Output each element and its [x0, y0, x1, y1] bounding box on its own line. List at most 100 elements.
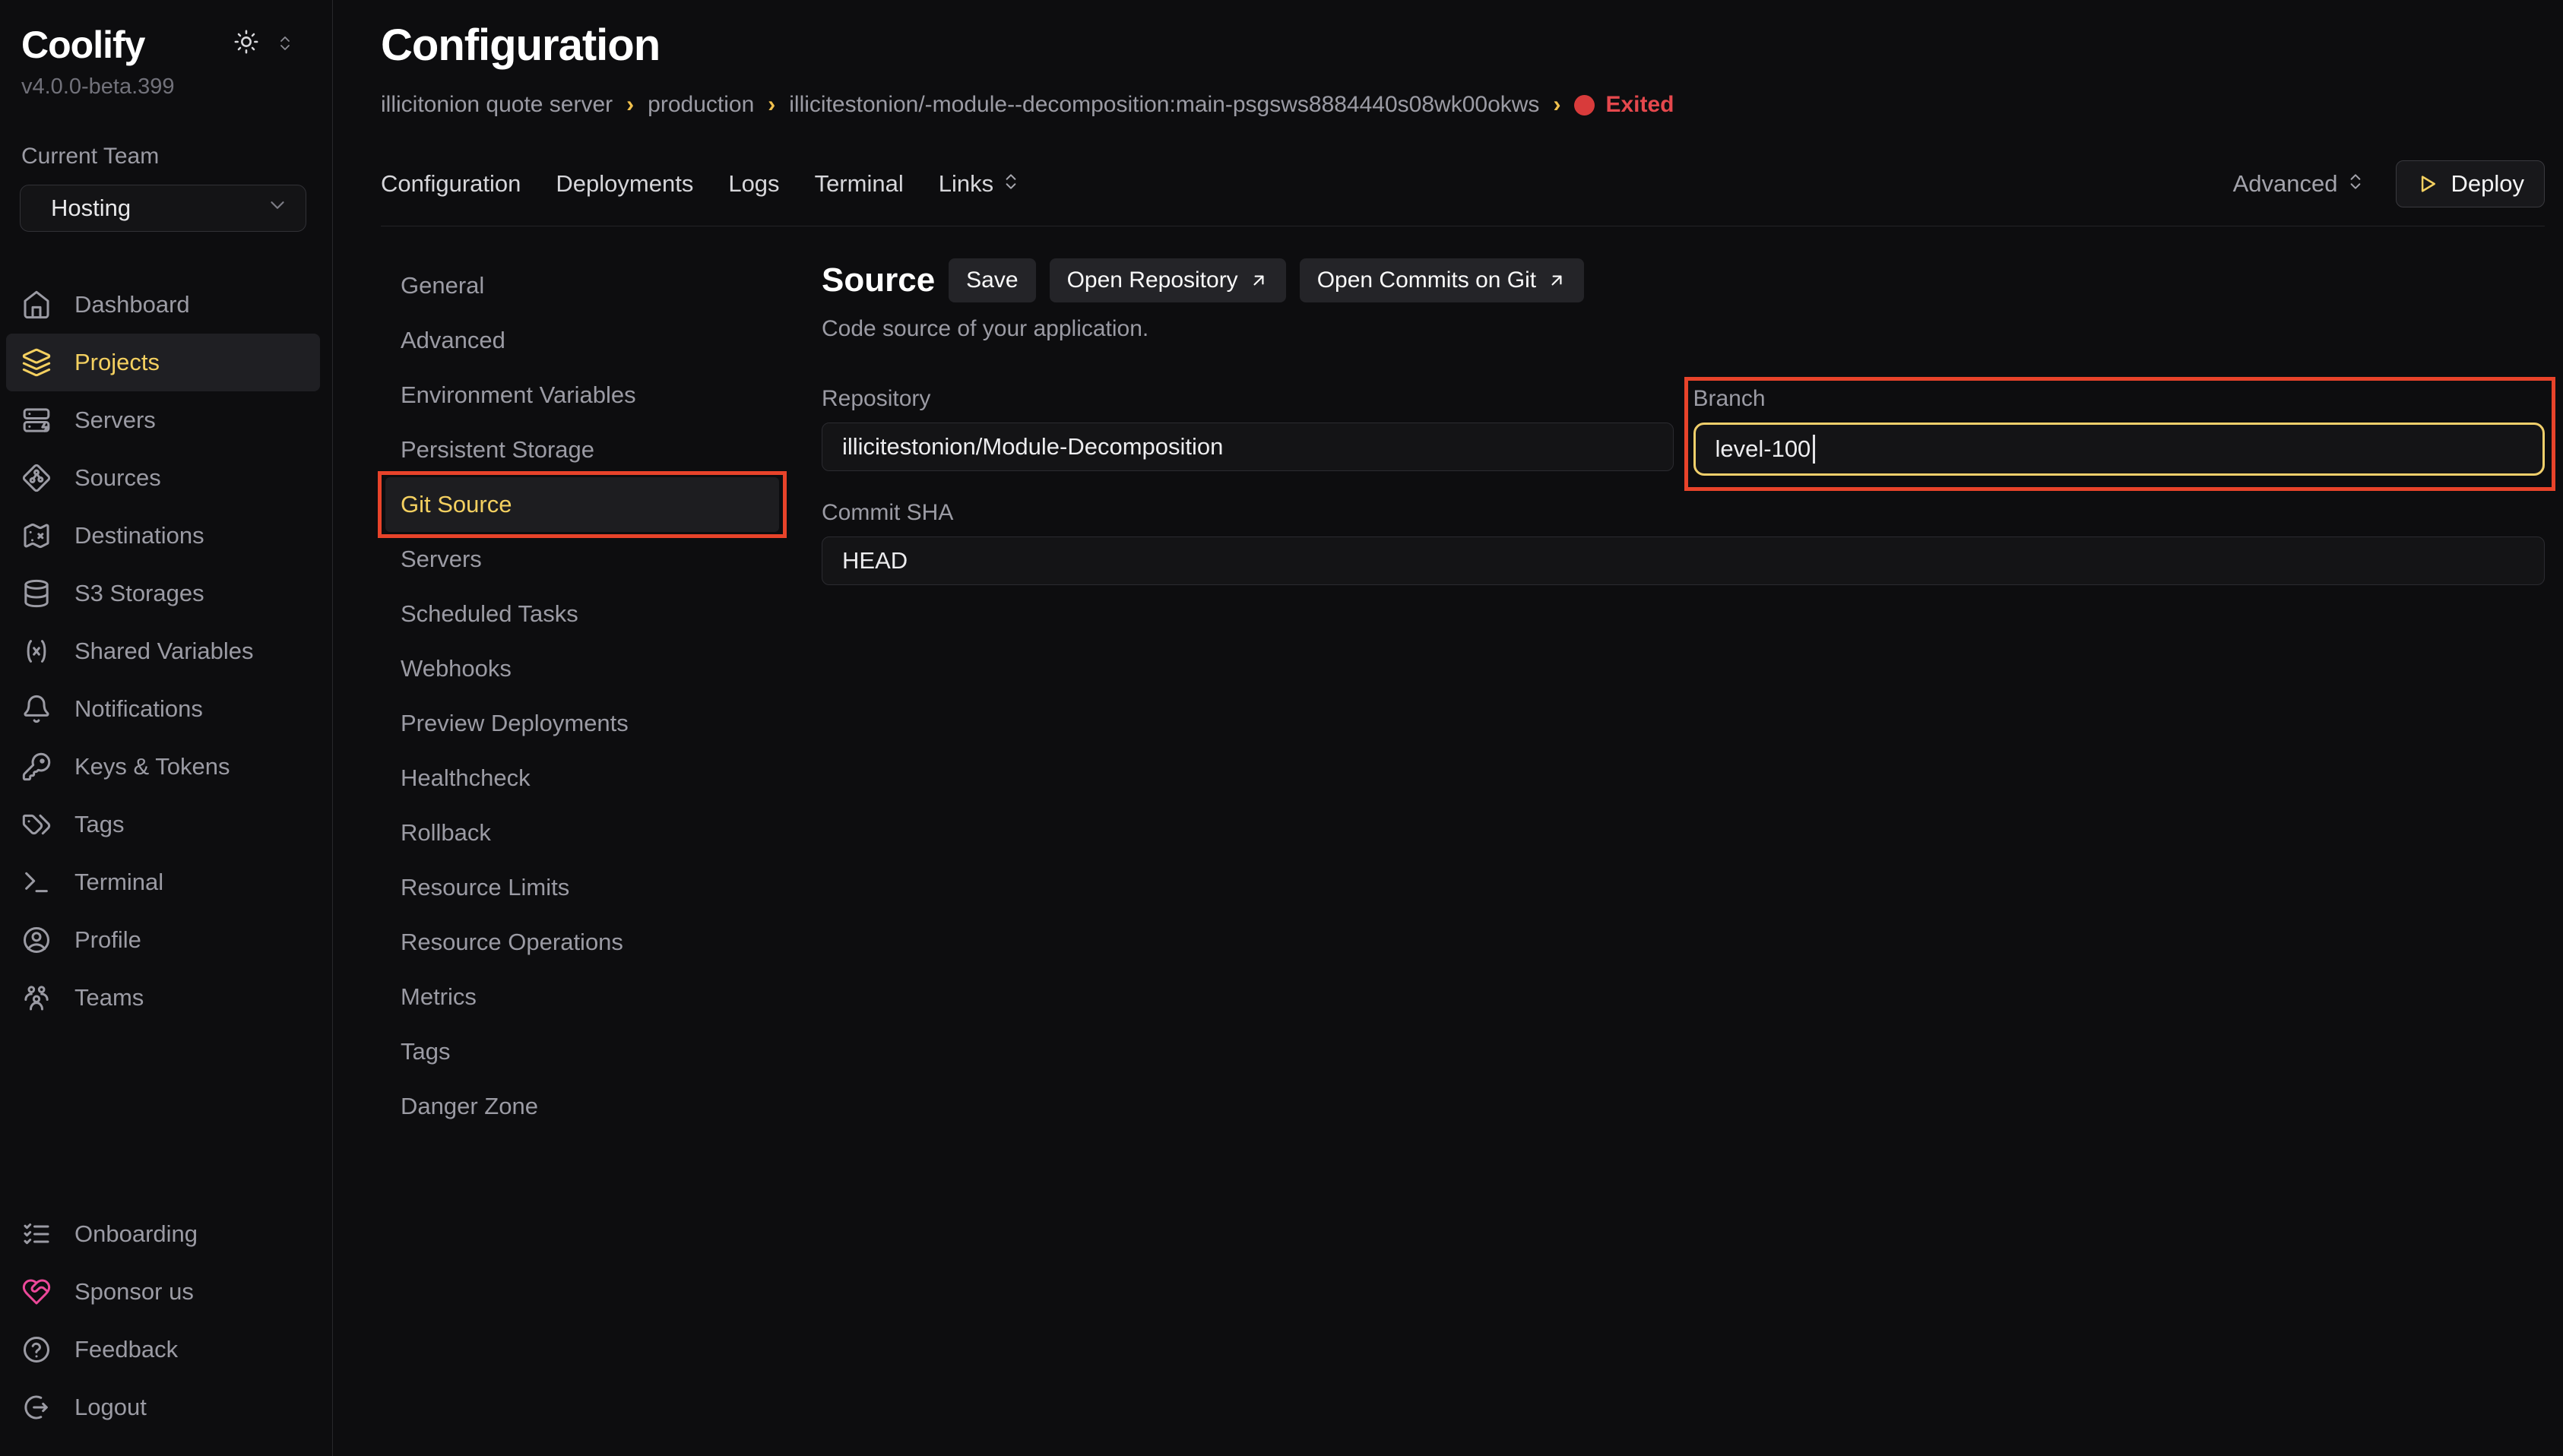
- breadcrumb-environment[interactable]: production: [648, 92, 754, 118]
- save-button[interactable]: Save: [949, 258, 1035, 302]
- subnav-item-preview-deployments[interactable]: Preview Deployments: [385, 696, 779, 751]
- commit-sha-field-group: Commit SHA: [822, 500, 2545, 585]
- commit-sha-label: Commit SHA: [822, 500, 2545, 526]
- sidebar-item-label: Sponsor us: [74, 1278, 194, 1306]
- subnav-item-servers[interactable]: Servers: [385, 532, 779, 587]
- database-icon: [21, 578, 52, 609]
- chevron-down-icon: [266, 194, 289, 223]
- sidebar-item-terminal[interactable]: Terminal: [6, 853, 320, 911]
- main-content: Configuration illicitonion quote server …: [333, 0, 2563, 1134]
- tab-bar: Configuration Deployments Logs Terminal Link…: [381, 160, 2545, 226]
- subnav-item-rollback[interactable]: Rollback: [385, 806, 779, 860]
- status-badge: Exited: [1574, 92, 1674, 118]
- sidebar-item-sources[interactable]: Sources: [6, 449, 320, 507]
- sidebar-item-label: Dashboard: [74, 291, 190, 318]
- sidebar-item-feedback[interactable]: Feedback: [6, 1321, 320, 1378]
- open-commits-button[interactable]: Open Commits on Git: [1300, 258, 1584, 302]
- open-repository-button[interactable]: Open Repository: [1050, 258, 1286, 302]
- subnav-item-label: Servers: [401, 546, 482, 573]
- sidebar-item-profile[interactable]: Profile: [6, 911, 320, 969]
- subnav-item-metrics[interactable]: Metrics: [385, 970, 779, 1024]
- breadcrumb-separator: ›: [1553, 92, 1560, 118]
- help-circle-icon: [21, 1334, 52, 1365]
- sidebar-item-label: Onboarding: [74, 1220, 198, 1248]
- tags-icon: [21, 809, 52, 840]
- sidebar-item-destinations[interactable]: Destinations: [6, 507, 320, 565]
- users-icon: [21, 983, 52, 1013]
- branch-value: level-100: [1716, 435, 1811, 463]
- subnav-item-environment-variables[interactable]: Environment Variables: [385, 368, 779, 423]
- sidebar: Coolify v4.0.0-beta.399 Current Team Hos…: [0, 0, 333, 1456]
- user-circle-icon: [21, 925, 52, 955]
- tab-configuration[interactable]: Configuration: [381, 170, 521, 198]
- sidebar-item-label: Projects: [74, 349, 160, 376]
- breadcrumb-resource[interactable]: illicitestonion/-module--decomposition:m…: [789, 92, 1539, 118]
- status-text: Exited: [1605, 92, 1674, 118]
- sidebar-item-label: Keys & Tokens: [74, 753, 230, 780]
- sidebar-item-tags[interactable]: Tags: [6, 796, 320, 853]
- config-subnav: GeneralAdvancedEnvironment VariablesPers…: [381, 258, 791, 1134]
- subnav-item-label: Danger Zone: [401, 1093, 538, 1120]
- sidebar-item-teams[interactable]: Teams: [6, 969, 320, 1027]
- team-select[interactable]: Hosting: [20, 185, 306, 232]
- subnav-item-resource-operations[interactable]: Resource Operations: [385, 915, 779, 970]
- map-icon: [21, 521, 52, 551]
- subnav-item-label: Metrics: [401, 983, 477, 1011]
- breadcrumb: illicitonion quote server › production ›…: [381, 92, 2545, 118]
- branch-label: Branch: [1693, 386, 2546, 412]
- sidebar-item-label: Servers: [74, 407, 156, 434]
- play-icon: [2416, 173, 2439, 195]
- heart-handshake-icon: [21, 1277, 52, 1307]
- subnav-item-label: Git Source: [401, 491, 512, 518]
- sidebar-item-shared-variables[interactable]: Shared Variables: [6, 622, 320, 680]
- subnav-item-label: Tags: [401, 1038, 450, 1065]
- subnav-item-danger-zone[interactable]: Danger Zone: [385, 1079, 779, 1134]
- tab-label: Terminal: [815, 170, 904, 198]
- subnav-item-general[interactable]: General: [385, 258, 779, 313]
- theme-chevrons-icon[interactable]: [276, 31, 294, 59]
- repository-input[interactable]: [822, 423, 1674, 471]
- sidebar-item-projects[interactable]: Projects: [6, 334, 320, 391]
- sidebar-item-s3-storages[interactable]: S3 Storages: [6, 565, 320, 622]
- breadcrumb-project[interactable]: illicitonion quote server: [381, 92, 613, 118]
- subnav-item-tags[interactable]: Tags: [385, 1024, 779, 1079]
- subnav-item-scheduled-tasks[interactable]: Scheduled Tasks: [385, 587, 779, 641]
- sidebar-item-keys-tokens[interactable]: Keys & Tokens: [6, 738, 320, 796]
- sidebar-item-notifications[interactable]: Notifications: [6, 680, 320, 738]
- layers-icon: [21, 347, 52, 378]
- tab-logs[interactable]: Logs: [728, 170, 779, 198]
- sidebar-item-sponsor-us[interactable]: Sponsor us: [6, 1263, 320, 1321]
- tab-links[interactable]: Links: [939, 170, 1021, 198]
- open-repository-label: Open Repository: [1067, 267, 1238, 293]
- sidebar-item-label: Profile: [74, 926, 141, 954]
- branch-input[interactable]: level-100: [1693, 423, 2546, 476]
- tab-terminal[interactable]: Terminal: [815, 170, 904, 198]
- source-heading: Source: [822, 261, 935, 299]
- deploy-button[interactable]: Deploy: [2396, 160, 2546, 207]
- breadcrumb-separator: ›: [626, 92, 634, 118]
- tab-label: Logs: [728, 170, 779, 198]
- sidebar-item-logout[interactable]: Logout: [6, 1378, 320, 1436]
- source-section: Source Save Open Repository Open Commits…: [791, 258, 2545, 1134]
- tabs: Configuration Deployments Logs Terminal Link…: [381, 170, 1021, 198]
- subnav-item-resource-limits[interactable]: Resource Limits: [385, 860, 779, 915]
- terminal-icon: [21, 867, 52, 897]
- theme-toggle-sun-icon[interactable]: [233, 29, 259, 61]
- tab-deployments[interactable]: Deployments: [556, 170, 693, 198]
- subnav-item-persistent-storage[interactable]: Persistent Storage: [385, 423, 779, 477]
- repository-label: Repository: [822, 386, 1674, 412]
- subnav-item-git-source[interactable]: Git Source: [385, 477, 779, 532]
- advanced-dropdown[interactable]: Advanced: [2233, 170, 2365, 198]
- sidebar-item-label: Feedback: [74, 1336, 178, 1363]
- branch-field-group: Branch level-100: [1693, 386, 2546, 476]
- sidebar-item-dashboard[interactable]: Dashboard: [6, 276, 320, 334]
- sidebar-item-label: Logout: [74, 1394, 147, 1421]
- commit-sha-input[interactable]: [822, 537, 2545, 585]
- subnav-item-label: Resource Operations: [401, 929, 623, 956]
- subnav-item-webhooks[interactable]: Webhooks: [385, 641, 779, 696]
- sidebar-item-servers[interactable]: Servers: [6, 391, 320, 449]
- sidebar-item-label: Destinations: [74, 522, 204, 549]
- subnav-item-advanced[interactable]: Advanced: [385, 313, 779, 368]
- subnav-item-healthcheck[interactable]: Healthcheck: [385, 751, 779, 806]
- sidebar-item-onboarding[interactable]: Onboarding: [6, 1205, 320, 1263]
